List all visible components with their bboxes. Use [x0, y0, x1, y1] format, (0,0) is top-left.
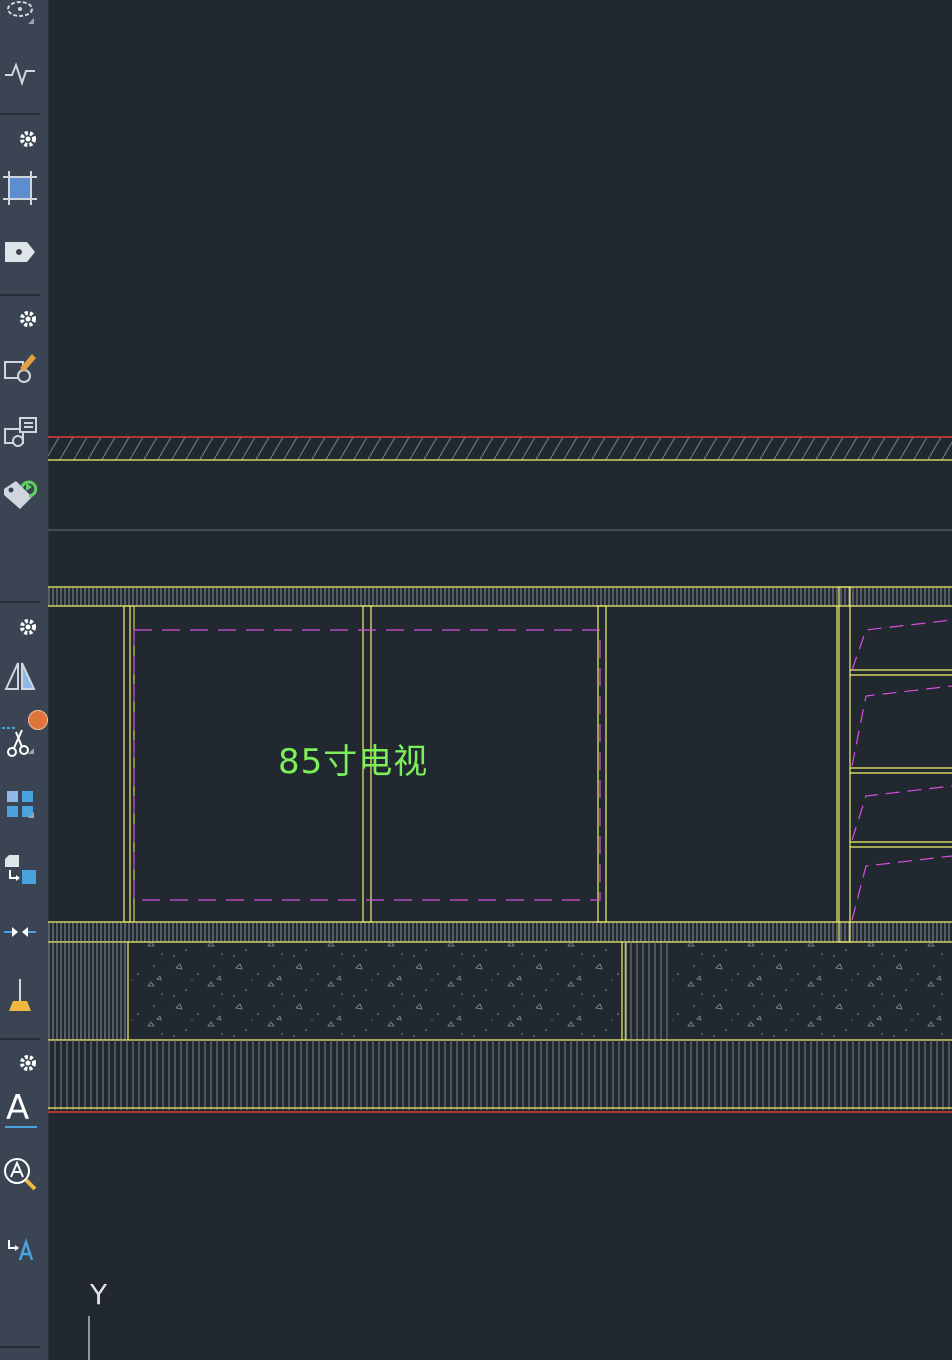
pdf-import-icon[interactable] [0, 1222, 40, 1266]
base-mid-hatch [622, 942, 672, 1040]
text-icon[interactable]: A [0, 1088, 40, 1130]
tv-label: 85寸电视 [278, 742, 429, 782]
block-attribute-icon[interactable] [0, 412, 40, 452]
purge-icon[interactable] [0, 976, 40, 1016]
find-text-icon[interactable] [0, 1154, 40, 1194]
shelf-item-outline [851, 855, 952, 921]
notification-dot [28, 710, 48, 730]
flyout-indicator [28, 18, 34, 24]
gear-icon[interactable] [8, 120, 48, 158]
toolbar-separator [0, 1346, 40, 1348]
orbit-icon[interactable] [0, 0, 40, 30]
right-post [838, 586, 851, 943]
polyline-icon[interactable] [0, 52, 40, 92]
top-trim-band [48, 587, 952, 606]
text-icon-glyph: A [6, 1088, 30, 1128]
floor-hatch [48, 1040, 952, 1110]
tag-icon[interactable] [0, 232, 40, 272]
lower-trim-band [48, 922, 952, 942]
gear-icon[interactable] [8, 1044, 48, 1082]
flyout-indicator [28, 812, 34, 818]
mirror-icon[interactable] [0, 656, 40, 696]
viewport-icon[interactable] [0, 168, 40, 208]
drawing-canvas[interactable]: 85寸电视 Y [48, 0, 952, 1360]
array-icon[interactable] [0, 784, 40, 824]
base-left-hatch [48, 942, 128, 1040]
left-toolbar: A [0, 0, 49, 1360]
shelf-item-outline [851, 685, 952, 767]
toolbar-separator [0, 113, 40, 115]
ceiling-hatch [48, 437, 952, 460]
copy-object-icon[interactable] [0, 848, 40, 888]
shelf-item-outline [851, 619, 952, 671]
toolbar-separator [0, 601, 40, 603]
panel-divider [597, 605, 607, 923]
block-edit-icon[interactable] [0, 348, 40, 388]
gear-icon[interactable] [8, 608, 48, 646]
toolbar-separator [0, 294, 40, 296]
sync-icon[interactable] [0, 474, 40, 514]
ucs-y-label: Y [90, 1278, 108, 1311]
shelf-item-outline [851, 785, 952, 841]
gear-icon[interactable] [8, 300, 48, 338]
panel-divider [123, 605, 131, 923]
base-concrete-right [672, 942, 952, 1040]
flyout-indicator [28, 748, 34, 754]
join-icon[interactable] [0, 912, 40, 952]
toolbar-separator [0, 1038, 40, 1040]
drawing-svg [48, 436, 952, 1360]
base-concrete [128, 942, 622, 1040]
